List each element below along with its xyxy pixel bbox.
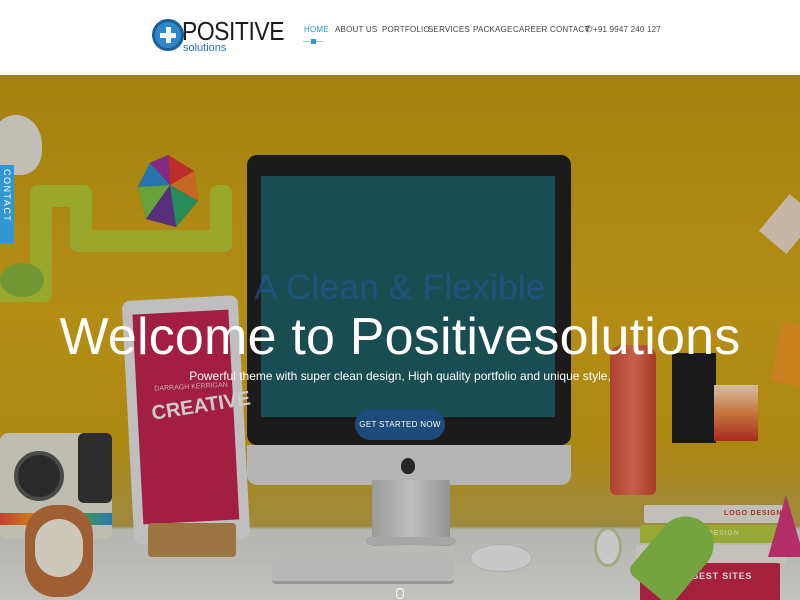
active-nav-indicator	[303, 39, 323, 44]
brand-name: POSITIVE	[182, 16, 285, 46]
get-started-button[interactable]: GET STARTED NOW	[355, 409, 445, 440]
nav-services[interactable]: SERVICES	[428, 24, 470, 36]
nav-about-us[interactable]: ABOUT US	[335, 24, 377, 36]
site-header: POSITIVE solutions HOME ABOUT US PORTFOL…	[0, 0, 800, 75]
nav-portfolio[interactable]: PORTFOLIO	[382, 24, 430, 36]
nav-contact[interactable]: CONTACT	[550, 24, 589, 36]
hero-slider: DARRAGH KERRIGAN CREATIVE LOGO DESIGN DI…	[0, 75, 800, 600]
hero-description: Powerful theme with super clean design, …	[189, 369, 611, 383]
nav-career[interactable]: CAREER	[513, 24, 548, 36]
phone-icon: ✆	[585, 24, 593, 34]
hero-pre-title: A Clean & Flexible	[254, 268, 546, 307]
nav-package[interactable]: PACKAGE	[473, 24, 513, 36]
hero-title: Welcome to Positivesolutions	[59, 308, 741, 366]
cross-logo-icon	[152, 19, 184, 51]
brand-tagline: solutions	[183, 42, 227, 54]
contact-side-tab-label: CONTACT	[2, 169, 12, 223]
phone-number[interactable]: +91 9947 240 127	[593, 24, 661, 36]
scroll-down-icon[interactable]	[396, 588, 404, 599]
contact-side-tab[interactable]: CONTACT	[0, 165, 14, 243]
nav-home[interactable]: HOME	[304, 24, 329, 36]
